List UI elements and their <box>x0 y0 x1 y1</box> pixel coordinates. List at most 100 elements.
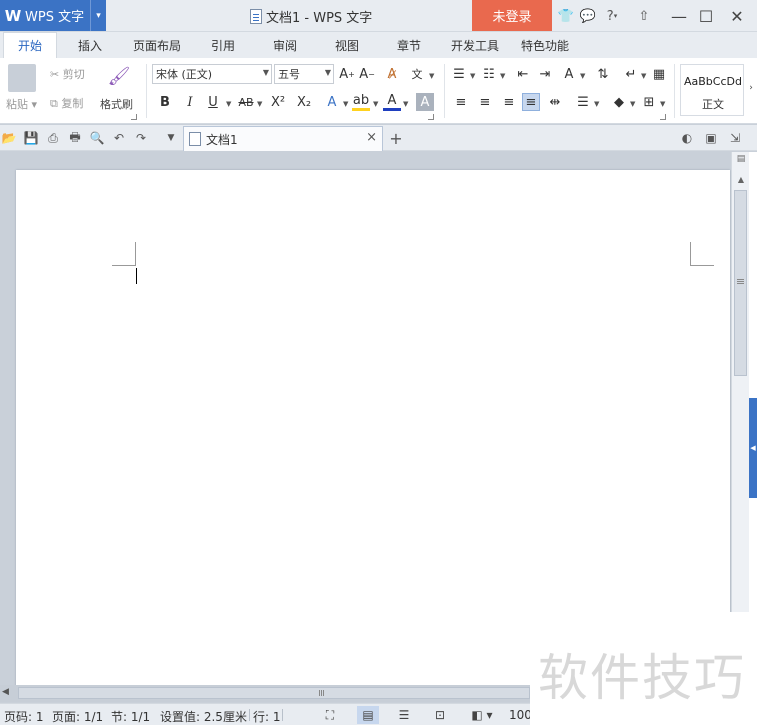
close-icon[interactable]: ✕ <box>725 4 749 28</box>
reading-mode-icon[interactable]: ◧ ▾ <box>467 706 497 724</box>
text-effect-icon[interactable]: A <box>323 93 341 111</box>
print-preview-icon[interactable]: 🔍 <box>88 129 106 147</box>
clipboard-launcher-icon[interactable] <box>131 114 137 120</box>
italic-button[interactable]: I <box>181 93 199 111</box>
feedback-chat-icon[interactable]: 💬 <box>578 6 598 26</box>
align-left-icon[interactable]: ≡ <box>452 93 470 111</box>
tab-page-layout[interactable]: 页面布局 <box>126 32 188 58</box>
fullscreen-view-icon[interactable]: ⛶ <box>319 706 341 724</box>
cut-button[interactable]: ✂ 剪切 <box>50 66 85 82</box>
redo-icon[interactable]: ↷ <box>132 129 150 147</box>
tab-chapter[interactable]: 章节 <box>387 32 431 58</box>
table-grid-icon[interactable]: ▦ <box>650 65 668 83</box>
underline-button[interactable]: U <box>204 93 222 111</box>
paragraph-launcher-icon[interactable] <box>660 114 666 120</box>
superscript-button[interactable]: X² <box>268 93 288 111</box>
login-button[interactable]: 未登录 <box>472 0 552 31</box>
ribbon-collapse-icon[interactable]: ⇲ <box>726 129 744 147</box>
chevron-down-icon[interactable]: ▼ <box>500 72 505 80</box>
font-color-button[interactable]: A <box>383 93 401 111</box>
tab-references[interactable]: 引用 <box>201 32 245 58</box>
style-normal[interactable]: AaBbCcDd 正文 <box>680 64 744 116</box>
restore-window-icon[interactable]: ▣ <box>702 129 720 147</box>
paste-icon[interactable] <box>8 64 36 92</box>
change-case-icon[interactable]: A <box>560 65 578 83</box>
chevron-down-icon[interactable]: ▼ <box>403 100 408 108</box>
format-painter-icon[interactable]: 🖌 <box>107 64 131 88</box>
upload-icon[interactable]: ⇧ <box>634 6 654 26</box>
font-launcher-icon[interactable] <box>428 114 434 120</box>
sort-icon[interactable]: ⇅ <box>594 65 612 83</box>
chevron-down-icon[interactable]: ▼ <box>226 100 231 108</box>
tab-insert[interactable]: 插入 <box>68 32 112 58</box>
status-section[interactable]: 节: 1/1 <box>111 708 150 725</box>
shrink-font-icon[interactable]: A − <box>358 65 376 83</box>
increase-indent-icon[interactable]: ⇥ <box>536 65 554 83</box>
strikethrough-button[interactable]: AB <box>236 93 256 111</box>
scroll-left-icon[interactable]: ◀ <box>2 687 9 697</box>
vertical-scrollbar[interactable]: ▤ ▲ <box>731 152 749 612</box>
chevron-down-icon[interactable]: ▼ <box>660 100 665 108</box>
print-icon[interactable]: 🖶 <box>66 129 84 147</box>
status-page[interactable]: 页码: 1 <box>4 708 44 725</box>
tab-home[interactable]: 开始 <box>3 32 57 58</box>
new-tab-plus-icon[interactable]: + <box>387 129 405 148</box>
bold-button[interactable]: B <box>156 93 174 111</box>
numbered-list-icon[interactable]: ☷ <box>480 65 498 83</box>
distribute-icon[interactable]: ⇹ <box>546 93 564 111</box>
maximize-icon[interactable]: ☐ <box>694 4 718 28</box>
horizontal-scrollbar[interactable]: ◀ <box>0 685 530 702</box>
shading-fill-icon[interactable]: ◆ <box>610 93 628 111</box>
chevron-down-icon[interactable]: ▼ <box>594 100 599 108</box>
tab-view[interactable]: 视图 <box>325 32 369 58</box>
export-pdf-icon[interactable]: ⎙ <box>44 129 62 147</box>
chevron-down-icon[interactable]: ▼ <box>257 100 262 108</box>
decrease-indent-icon[interactable]: ⇤ <box>514 65 532 83</box>
split-view-icon[interactable]: ▤ <box>732 152 750 166</box>
tab-special-features[interactable]: 特色功能 <box>515 32 575 58</box>
line-spacing-icon[interactable]: ☰ <box>574 93 592 111</box>
outline-view-icon[interactable]: ☰ <box>393 706 415 724</box>
side-panel-toggle[interactable]: ◀ <box>749 398 757 498</box>
format-painter-button[interactable]: 格式刷 <box>100 96 133 112</box>
open-folder-icon[interactable]: 📂 <box>0 129 18 147</box>
chevron-down-icon[interactable]: ▼ <box>373 100 378 108</box>
chevron-down-icon[interactable]: ▼ <box>630 100 635 108</box>
save-icon[interactable]: 💾 <box>22 129 40 147</box>
undo-icon[interactable]: ↶ <box>110 129 128 147</box>
grow-font-icon[interactable]: A + <box>338 65 356 83</box>
copy-button[interactable]: ⧉ 复制 <box>50 95 83 111</box>
chevron-down-icon[interactable]: ▼ <box>343 100 348 108</box>
tab-review[interactable]: 审阅 <box>263 32 307 58</box>
zoom-level[interactable]: 100 <box>509 708 532 722</box>
paste-button[interactable]: 粘贴 ▾ <box>6 96 37 112</box>
bullet-list-icon[interactable]: ☰ <box>450 65 468 83</box>
app-menu-button[interactable]: W WPS 文字 ▾ <box>0 0 106 31</box>
close-icon[interactable]: × <box>366 130 377 145</box>
status-setting[interactable]: 设置值: 2.5厘米 <box>160 708 247 725</box>
chevron-right-icon[interactable]: › <box>746 78 756 98</box>
subscript-button[interactable]: X₂ <box>294 93 314 111</box>
show-marks-icon[interactable]: ↵ <box>622 65 640 83</box>
chevron-down-icon[interactable]: ▼ <box>162 129 180 147</box>
app-menu-dropdown-icon[interactable]: ▾ <box>90 0 106 31</box>
web-view-icon[interactable]: ⊡ <box>429 706 451 724</box>
justify-icon[interactable]: ≡ <box>522 93 540 111</box>
status-line[interactable]: 行: 1 <box>253 708 281 725</box>
help-button[interactable]: ? ▾ <box>601 6 623 26</box>
horizontal-scroll-thumb[interactable] <box>18 687 530 699</box>
chevron-down-icon[interactable]: ▼ <box>429 72 434 80</box>
scroll-up-icon[interactable]: ▲ <box>732 172 750 186</box>
font-name-select[interactable]: 宋体 (正文) ▼ <box>152 64 272 84</box>
align-right-icon[interactable]: ≡ <box>500 93 518 111</box>
chevron-down-icon[interactable]: ▼ <box>470 72 475 80</box>
page-view-icon[interactable]: ▤ <box>357 706 379 724</box>
document-tab[interactable]: 文档1 × <box>183 126 383 151</box>
theme-icon[interactable]: ◐ <box>678 129 696 147</box>
skin-shirt-icon[interactable]: 👕 <box>556 6 576 26</box>
borders-icon[interactable]: ⊞ <box>640 93 658 111</box>
align-center-icon[interactable]: ≡ <box>476 93 494 111</box>
minimize-icon[interactable]: — <box>667 4 691 28</box>
tab-developer[interactable]: 开发工具 <box>445 32 505 58</box>
font-size-select[interactable]: 五号 ▼ <box>274 64 334 84</box>
